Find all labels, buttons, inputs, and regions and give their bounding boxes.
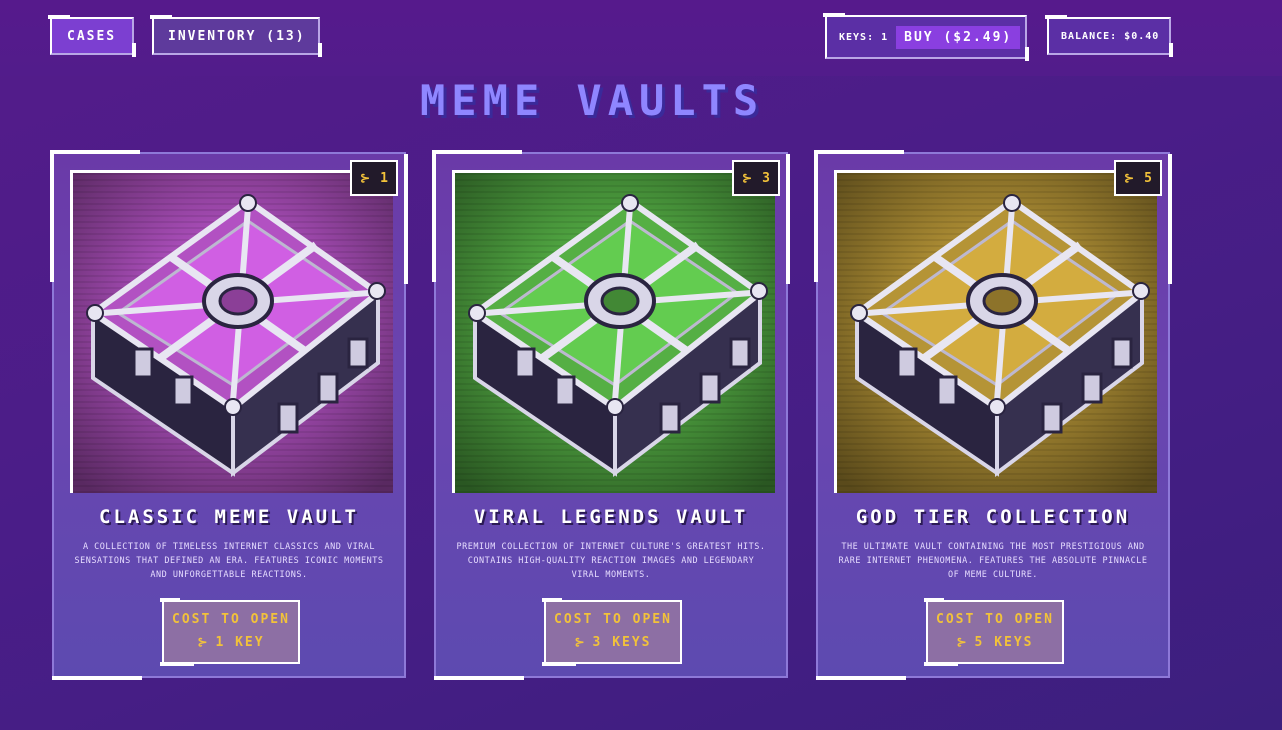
badge-value: 5	[1144, 170, 1152, 186]
key-cost-badge: ⊱ 3	[732, 160, 780, 196]
balance-panel: BALANCE: $0.40	[1045, 15, 1173, 57]
vault-chest-icon	[73, 173, 393, 493]
inventory-tab-button[interactable]: INVENTORY (13)	[150, 15, 322, 57]
inventory-tab-label: INVENTORY (13)	[168, 28, 306, 44]
case-title: CLASSIC MEME VAULT	[99, 506, 359, 528]
vault-chest-icon	[837, 173, 1157, 493]
key-icon: ⊱	[742, 171, 753, 185]
cost-value: 5 KEYS	[974, 635, 1034, 650]
case-image[interactable]	[834, 170, 1157, 493]
badge-value: 1	[380, 170, 388, 186]
case-image[interactable]	[452, 170, 775, 493]
cost-value: 3 KEYS	[592, 635, 652, 650]
key-icon: ⊱	[956, 635, 969, 649]
cost-label: COST TO OPEN	[172, 612, 290, 627]
cost-label: COST TO OPEN	[936, 612, 1054, 627]
card-frame-accent	[816, 676, 906, 680]
card-frame-accent	[814, 150, 904, 154]
card-frame-accent	[404, 154, 408, 284]
open-case-button[interactable]: COST TO OPEN ⊱ 5 KEYS	[924, 598, 1064, 666]
card-frame-accent	[50, 150, 54, 282]
card-frame-accent	[52, 676, 142, 680]
key-icon: ⊱	[1124, 171, 1135, 185]
case-card-classic[interactable]: ⊱ 1 CLASSIC MEME VAULT A COLLECTION OF T…	[50, 150, 408, 680]
cases-tab-label: CASES	[67, 28, 117, 44]
cost-value: 1 KEY	[215, 635, 265, 650]
case-description: PREMIUM COLLECTION OF INTERNET CULTURE'S…	[456, 542, 766, 580]
cases-tab-button[interactable]: CASES	[48, 15, 136, 57]
page-title: MEME VAULTS	[420, 76, 765, 125]
balance-value: BALANCE: $0.40	[1061, 30, 1160, 42]
case-description: A COLLECTION OF TIMELESS INTERNET CLASSI…	[74, 542, 384, 580]
key-icon: ⊱	[574, 635, 587, 649]
card-frame-accent	[434, 676, 524, 680]
keys-count: KEYS: 1	[839, 31, 889, 43]
case-card-viral[interactable]: ⊱ 3 VIRAL LEGENDS VAULT PREMIUM COLLECTI…	[432, 150, 790, 680]
card-frame-accent	[50, 150, 140, 154]
card-frame-accent	[814, 150, 818, 282]
case-title: GOD TIER COLLECTION	[855, 506, 1131, 528]
open-case-button[interactable]: COST TO OPEN ⊱ 1 KEY	[160, 598, 300, 666]
badge-value: 3	[762, 170, 770, 186]
key-icon: ⊱	[197, 635, 210, 649]
card-frame-accent	[786, 154, 790, 284]
key-icon: ⊱	[360, 171, 371, 185]
card-frame-accent	[1168, 154, 1172, 284]
vault-chest-icon	[455, 173, 775, 493]
cost-label: COST TO OPEN	[554, 612, 672, 627]
case-image[interactable]	[70, 170, 393, 493]
key-cost-badge: ⊱ 5	[1114, 160, 1162, 196]
case-title: VIRAL LEGENDS VAULT	[473, 506, 749, 528]
card-frame-accent	[432, 150, 436, 282]
card-frame-accent	[432, 150, 522, 154]
case-card-god-tier[interactable]: ⊱ 5 GOD TIER COLLECTION THE ULTIMATE VAU…	[814, 150, 1172, 680]
case-description: THE ULTIMATE VAULT CONTAINING THE MOST P…	[838, 542, 1148, 580]
buy-keys-button[interactable]: BUY ($2.49)	[896, 25, 1021, 49]
keys-panel: KEYS: 1 BUY ($2.49)	[823, 13, 1029, 61]
key-cost-badge: ⊱ 1	[350, 160, 398, 196]
open-case-button[interactable]: COST TO OPEN ⊱ 3 KEYS	[542, 598, 682, 666]
